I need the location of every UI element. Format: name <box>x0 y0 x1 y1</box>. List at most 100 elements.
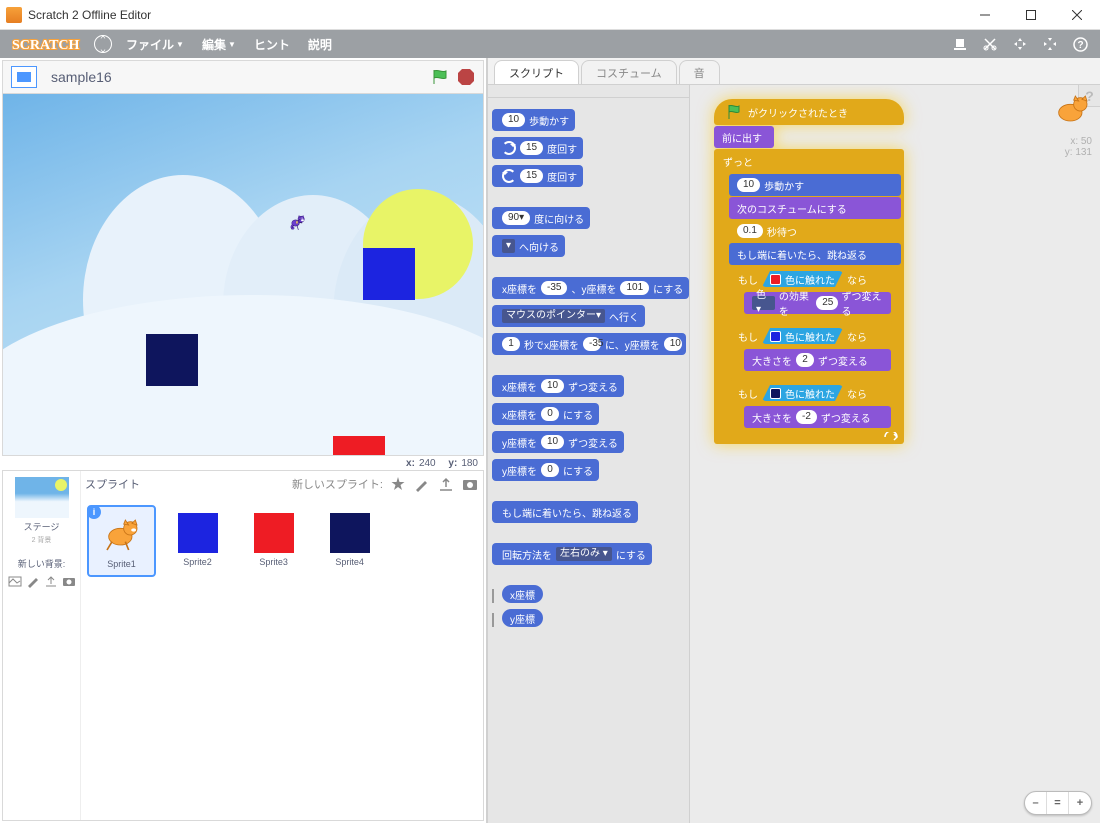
sprite-blue-square[interactable] <box>363 248 415 300</box>
help-icon[interactable]: ? <box>1066 30 1094 58</box>
color-chip-blue[interactable] <box>770 331 781 342</box>
minimize-icon <box>980 10 990 20</box>
maximize-icon <box>1026 10 1036 20</box>
close-button[interactable] <box>1054 0 1100 29</box>
block-point-towards[interactable]: ▾へ向ける <box>492 235 565 257</box>
sprite-panel: ステージ 2 背景 新しい背景: スプライト 新しいスプライト: <box>2 470 484 821</box>
block-glide[interactable]: 1秒でx座標を-35に、y座標を10 <box>492 333 686 355</box>
upload-backdrop-icon[interactable] <box>44 574 58 588</box>
block-bounce[interactable]: もし端に着いたら、跳ね返る <box>492 501 638 523</box>
block-set-x[interactable]: x座標を0にする <box>492 403 599 425</box>
block-bounce-edge[interactable]: もし端に着いたら、跳ね返る <box>729 243 901 265</box>
block-if-2[interactable]: もし 色に触れた なら 大きさを2ずつ変える <box>729 323 894 379</box>
left-pane: v442 sample16 <box>0 58 488 823</box>
block-point-dir[interactable]: 90▾度に向ける <box>492 207 590 229</box>
grow-icon[interactable] <box>1006 30 1034 58</box>
stop-button[interactable] <box>457 68 475 86</box>
tab-sounds[interactable]: 音 <box>679 60 720 84</box>
stage-thumb-column: ステージ 2 背景 新しい背景: <box>3 471 81 820</box>
paint-sprite-icon[interactable] <box>413 475 431 493</box>
stage-backdrop-cloud <box>2 295 484 456</box>
reporter-checkbox[interactable] <box>492 589 494 603</box>
stamp-icon[interactable] <box>946 30 974 58</box>
paint-backdrop-icon[interactable] <box>26 574 40 588</box>
menu-hint[interactable]: ヒント <box>246 30 298 58</box>
window-title: Scratch 2 Offline Editor <box>28 8 151 22</box>
sprite-info-button[interactable]: i <box>87 505 101 519</box>
stage[interactable] <box>2 93 484 456</box>
block-goto-target[interactable]: マウスのポインター▾へ行く <box>492 305 645 327</box>
color-chip-red[interactable] <box>770 274 781 285</box>
zoom-out-button[interactable]: – <box>1025 792 1047 814</box>
block-if-3[interactable]: もし 色に触れた なら 大きさを-2ずつ変える <box>729 380 894 436</box>
hat-when-flag[interactable]: がクリックされたとき <box>714 99 904 125</box>
block-change-size[interactable]: 大きさを-2ずつ変える <box>744 406 891 428</box>
sprite-header-label: スプライト <box>85 476 140 492</box>
script-stack[interactable]: がクリックされたとき 前に出す ずっと 10歩動かす 次のコスチュームにする 0… <box>714 99 904 444</box>
scratch-logo[interactable]: SCRATCH <box>6 35 88 53</box>
menu-about[interactable]: 説明 <box>300 30 340 58</box>
block-goto-xy[interactable]: x座標を-35、y座標を101にする <box>492 277 689 299</box>
tab-costumes[interactable]: コスチューム <box>581 60 677 84</box>
camera-backdrop-icon[interactable] <box>62 574 76 588</box>
tab-scripts[interactable]: スクリプト <box>494 60 579 84</box>
block-move[interactable]: 10歩動かす <box>729 174 901 196</box>
block-change-y[interactable]: y座標を10ずつ変える <box>492 431 624 453</box>
block-list[interactable]: 10歩動かす 15度回す 15度回す 90▾度に向ける ▾へ向ける x座標を-3… <box>488 98 689 823</box>
minimize-button[interactable] <box>962 0 1008 29</box>
stage-mouse-coords: x:240 y:180 <box>0 456 486 470</box>
choose-backdrop-icon[interactable] <box>8 574 22 588</box>
sprite-thumb[interactable]: Sprite3 <box>239 503 308 575</box>
window-titlebar: Scratch 2 Offline Editor <box>0 0 1100 30</box>
project-title[interactable]: sample16 <box>51 69 112 85</box>
maximize-button[interactable] <box>1008 0 1054 29</box>
block-turn-ccw[interactable]: 15度回す <box>492 165 583 187</box>
turn-cw-icon <box>502 141 516 155</box>
choose-sprite-icon[interactable] <box>389 475 407 493</box>
block-change-effect[interactable]: 色 ▾の効果を25ずつ変える <box>744 292 891 314</box>
language-icon[interactable] <box>94 35 112 53</box>
sprite-thumb[interactable]: i Sprite1 <box>87 505 156 577</box>
close-icon <box>1072 10 1082 20</box>
block-go-front[interactable]: 前に出す <box>714 126 774 148</box>
script-area[interactable]: ? x: 50 y: 131 がクリックされたとき 前に出す ずっと <box>690 85 1100 823</box>
block-turn-cw[interactable]: 15度回す <box>492 137 583 159</box>
cond-touching-color[interactable]: 色に触れた <box>762 328 843 344</box>
block-wait[interactable]: 0.1秒待つ <box>729 220 901 242</box>
zoom-in-button[interactable]: + <box>1069 792 1091 814</box>
green-flag-button[interactable] <box>431 68 449 86</box>
upload-sprite-icon[interactable] <box>437 475 455 493</box>
sprite-list-area: スプライト 新しいスプライト: i Sprite1 S <box>81 471 483 820</box>
block-change-size[interactable]: 大きさを2ずつ変える <box>744 349 891 371</box>
block-if-1[interactable]: もし 色に触れた なら 色 ▾の効果を25ずつ変える <box>729 266 894 322</box>
svg-text:SCRATCH: SCRATCH <box>12 38 80 53</box>
block-set-y[interactable]: y座標を0にする <box>492 459 599 481</box>
cond-touching-color[interactable]: 色に触れた <box>762 385 843 401</box>
sprite-info-icon <box>1052 91 1092 131</box>
scripts-body: 動きイベント見た目制御音調べるペン演算データその他 10歩動かす 15度回す 1… <box>488 84 1100 823</box>
sprite-thumb[interactable]: Sprite4 <box>315 503 384 575</box>
block-x-pos[interactable]: x座標 <box>502 585 543 603</box>
scissors-icon[interactable] <box>976 30 1004 58</box>
sprite-cat[interactable] <box>271 214 325 232</box>
flag-icon <box>726 104 742 120</box>
sprite-red-square[interactable] <box>333 436 385 456</box>
block-move-steps[interactable]: 10歩動かす <box>492 109 575 131</box>
sprite-thumb[interactable]: Sprite2 <box>163 503 232 575</box>
cond-touching-color[interactable]: 色に触れた <box>762 271 843 287</box>
zoom-reset-button[interactable]: = <box>1047 792 1069 814</box>
stage-thumb[interactable]: ステージ 2 背景 <box>7 475 76 547</box>
block-y-pos[interactable]: y座標 <box>502 609 543 627</box>
menu-edit[interactable]: 編集▼ <box>194 30 244 58</box>
block-rot-style[interactable]: 回転方法を左右のみ ▾にする <box>492 543 652 565</box>
stage-size-toggle[interactable] <box>11 66 37 88</box>
reporter-checkbox[interactable] <box>492 613 494 627</box>
block-next-costume[interactable]: 次のコスチュームにする <box>729 197 901 219</box>
color-chip-navy[interactable] <box>770 388 781 399</box>
shrink-icon[interactable] <box>1036 30 1064 58</box>
block-forever[interactable]: ずっと 10歩動かす 次のコスチュームにする 0.1秒待つ もし端に着いたら、跳… <box>714 149 904 444</box>
sprite-navy-square[interactable] <box>146 334 198 386</box>
camera-sprite-icon[interactable] <box>461 475 479 493</box>
menu-file[interactable]: ファイル▼ <box>118 30 192 58</box>
block-change-x[interactable]: x座標を10ずつ変える <box>492 375 624 397</box>
